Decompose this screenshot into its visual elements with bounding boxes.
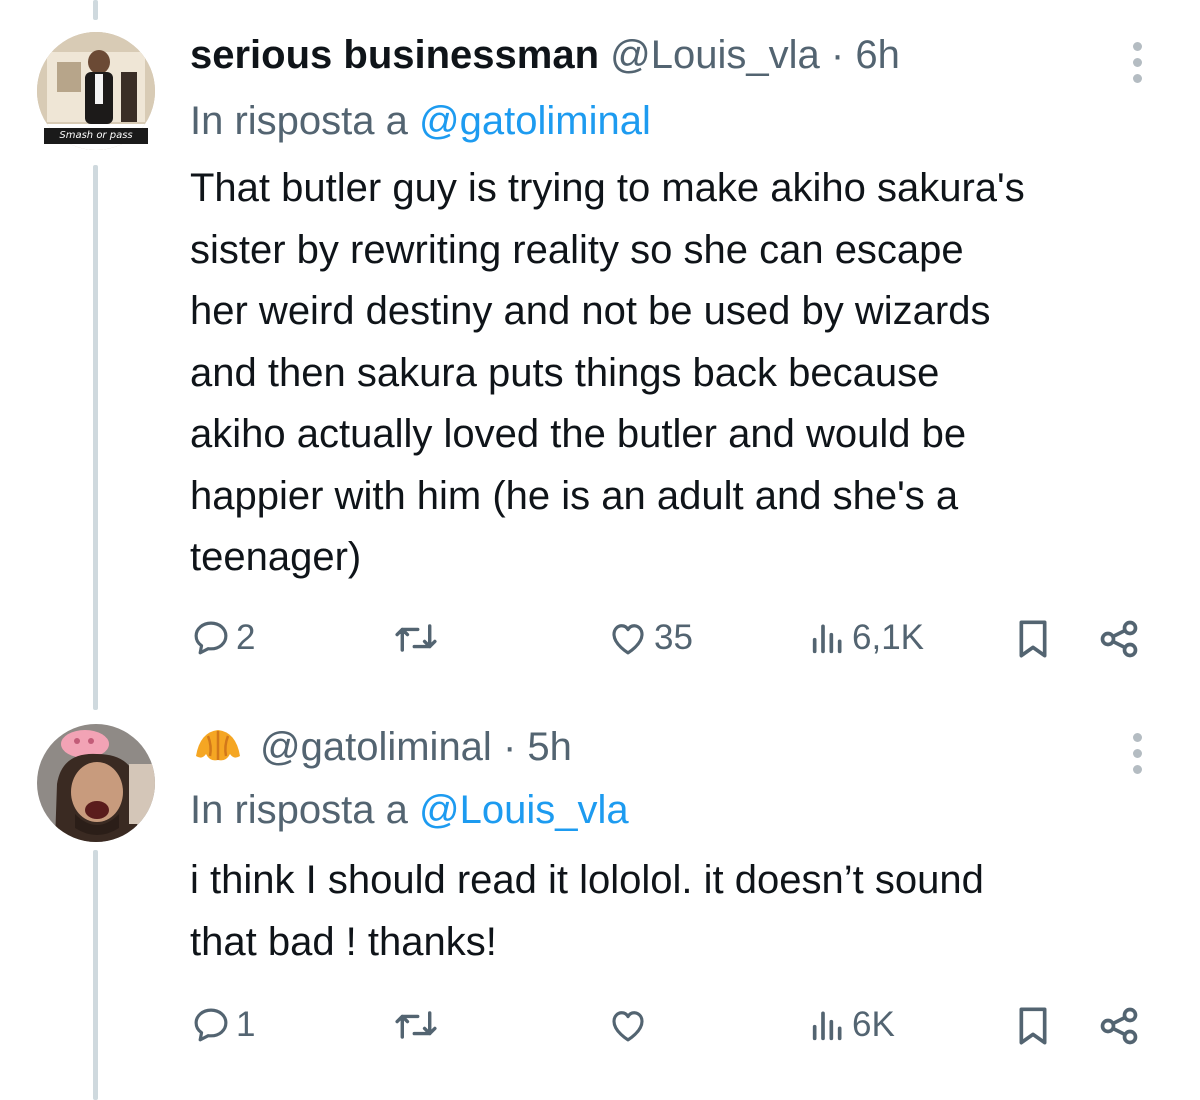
share-button[interactable] [1097, 617, 1141, 661]
heart-icon [612, 624, 644, 655]
reply-context: In risposta a @Louis_vla [190, 786, 629, 834]
views-button[interactable]: 6K [808, 1004, 895, 1046]
text-line: and then sakura puts things back because [190, 350, 940, 395]
reply-context: In risposta a @gatoliminal [190, 97, 651, 145]
display-name[interactable]: serious businessman [190, 33, 599, 77]
thread-line [93, 165, 98, 710]
retweet-button[interactable] [392, 1004, 440, 1046]
like-button[interactable]: 35 [606, 617, 693, 659]
views-button[interactable]: 6,1K [808, 617, 924, 659]
reply-icon [194, 621, 228, 655]
text-line: akiho actually loved the butler and woul… [190, 412, 967, 456]
tweet-header: @gatoliminal · 5h [190, 722, 572, 777]
share-button[interactable] [1097, 1004, 1141, 1048]
bookmark-button[interactable] [1013, 1004, 1053, 1048]
reply-button[interactable]: 1 [190, 1004, 255, 1046]
dot-icon [1132, 74, 1142, 83]
dot-icon [1132, 749, 1142, 758]
like-button[interactable] [606, 1004, 650, 1046]
more-options-button[interactable] [1130, 42, 1144, 83]
text-line: That butler guy is trying to make akiho … [190, 166, 1025, 210]
reply-to-link[interactable]: @Louis_vla [419, 788, 629, 832]
views-icon [812, 624, 842, 654]
handle[interactable]: @gatoliminal [260, 725, 492, 769]
views-count: 6,1K [852, 618, 924, 657]
text-line: i think I should read it lololol. it doe… [190, 858, 984, 902]
croissant-icon [190, 722, 246, 777]
like-count: 35 [654, 618, 693, 657]
timestamp[interactable]: · 5h [503, 725, 572, 769]
text-line: that bad ! thanks! [190, 919, 497, 964]
dot-icon [1132, 765, 1142, 774]
dot-icon [1132, 42, 1142, 51]
reply-prefix: In risposta a [190, 99, 408, 143]
reply-icon [194, 1008, 228, 1042]
bookmark-icon [1019, 1007, 1047, 1045]
retweet-icon [395, 624, 437, 652]
reply-prefix: In risposta a [190, 788, 408, 832]
tweet-header: serious businessman @Louis_vla · 6h [190, 31, 900, 79]
timestamp[interactable]: · 6h [831, 33, 900, 77]
reply-count: 2 [236, 618, 256, 657]
text-line: happier with him (he is an adult and she… [190, 473, 959, 518]
tweet-text: i think I should read it lololol. it doe… [190, 850, 1175, 973]
text-line: teenager) [190, 535, 362, 579]
share-icon [1100, 620, 1138, 658]
reply-button[interactable]: 2 [190, 617, 255, 659]
reply-count: 1 [236, 1005, 256, 1044]
avatar[interactable] [37, 724, 155, 842]
handle[interactable]: @Louis_vla [610, 33, 820, 77]
more-options-button[interactable] [1130, 733, 1144, 774]
tweet-text: That butler guy is trying to make akiho … [190, 158, 1175, 589]
text-line: sister by rewriting reality so she can e… [190, 227, 964, 272]
dot-icon [1132, 733, 1142, 742]
text-line: her weird destiny and not be used by wiz… [190, 289, 991, 333]
bookmark-button[interactable] [1013, 617, 1053, 661]
views-count: 6K [852, 1005, 895, 1044]
views-icon [812, 1011, 842, 1041]
reply-to-link[interactable]: @gatoliminal [419, 99, 651, 143]
retweet-button[interactable] [392, 617, 440, 659]
retweet-icon [395, 1011, 437, 1039]
thread-line-top [93, 0, 98, 20]
thread-line-bottom [93, 850, 98, 1100]
bookmark-icon [1019, 620, 1047, 658]
dot-icon [1132, 58, 1142, 67]
heart-icon [612, 1011, 644, 1042]
share-icon [1100, 1007, 1138, 1045]
avatar-caption: Smash or pass [44, 128, 148, 144]
